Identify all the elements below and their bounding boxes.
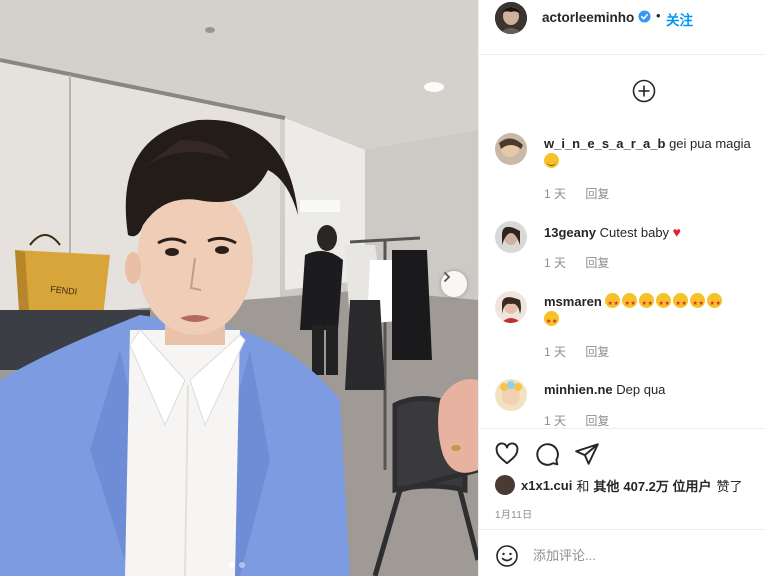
comment-text: msmaren xyxy=(544,293,754,331)
carousel-dot-active xyxy=(229,562,235,568)
verified-badge-icon xyxy=(638,10,651,23)
likes-count[interactable]: 407.2万 位用户 xyxy=(623,476,711,495)
photo-scene: FENDI xyxy=(0,0,478,576)
liker-avatar[interactable] xyxy=(495,475,515,495)
comment-text: 13geany Cutest baby ♥ xyxy=(544,223,754,242)
commenter-avatar[interactable] xyxy=(495,133,527,165)
post-details-panel: actorleeminho • 关注 w_i_n_e_s_a_r_a_b gei… xyxy=(478,0,766,576)
comment-username[interactable]: w_i_n_e_s_a_r_a_b xyxy=(544,136,665,151)
commenter-avatar[interactable] xyxy=(495,221,527,253)
comment-meta: 1 天 回复 xyxy=(544,254,625,271)
reply-button[interactable]: 回复 xyxy=(585,414,609,427)
likes-suffix: 赞了 xyxy=(716,478,743,494)
comment-body: Dep qua xyxy=(616,382,666,397)
others-link[interactable]: 其他 xyxy=(593,476,619,495)
reply-button[interactable]: 回复 xyxy=(585,345,609,359)
comment-age: 1 天 xyxy=(544,345,567,359)
comment-age: 1 天 xyxy=(544,256,567,270)
comment-age: 1 天 xyxy=(544,187,567,201)
add-comment-input[interactable] xyxy=(533,544,733,566)
comment-username[interactable]: msmaren xyxy=(544,294,602,309)
comment-icon[interactable] xyxy=(534,441,560,467)
star-struck-emoji-icon xyxy=(707,293,723,313)
commenter-avatar[interactable] xyxy=(495,379,527,411)
likes-and-text: 和 xyxy=(576,478,590,494)
reply-button[interactable]: 回复 xyxy=(585,256,609,270)
comment-age: 1 天 xyxy=(544,414,567,427)
carousel-dot xyxy=(239,562,245,568)
author-avatar[interactable] xyxy=(495,2,527,34)
follow-button[interactable]: 关注 xyxy=(666,9,693,29)
first-liker-username[interactable]: x1x1.cui xyxy=(521,478,572,493)
ceiling-light xyxy=(424,82,444,92)
comment-item: msmaren 1 天 回复 xyxy=(479,291,766,361)
comment-body: gei pua magia xyxy=(669,136,751,151)
post-actions: x1x1.cui 和 其他 407.2万 位用户 赞了 1月11日 xyxy=(479,428,766,576)
comment-body: Cutest baby xyxy=(599,225,670,240)
comment-meta: 1 天 回复 xyxy=(544,412,625,427)
comment-meta: 1 天 回复 xyxy=(544,185,625,202)
reply-button[interactable]: 回复 xyxy=(585,187,609,201)
separator-dot: • xyxy=(656,8,661,23)
comment-meta: 1 天 回复 xyxy=(544,343,625,360)
post-header: actorleeminho • 关注 xyxy=(479,0,766,55)
commenter-avatar[interactable] xyxy=(495,291,527,323)
smile-icon[interactable] xyxy=(495,544,519,568)
comment-username[interactable]: minhien.ne xyxy=(544,382,613,397)
ceiling-sensor xyxy=(205,27,215,33)
heart-icon[interactable] xyxy=(494,441,520,467)
comment-item: w_i_n_e_s_a_r_a_b gei pua magia 1 天 回复 xyxy=(479,133,766,203)
plus-circle-icon[interactable] xyxy=(632,79,656,103)
likes-summary: x1x1.cui 和 其他 407.2万 位用户 赞了 xyxy=(495,475,743,495)
star-struck-emoji-icon xyxy=(544,311,559,331)
post-photo[interactable]: FENDI xyxy=(0,0,478,576)
next-photo-button[interactable] xyxy=(441,271,467,297)
carousel-indicator xyxy=(229,562,245,568)
star-struck-emoji-icon xyxy=(605,293,621,313)
grinning-emoji-icon xyxy=(544,153,559,168)
chevron-right-icon xyxy=(444,272,451,282)
comment-item: minhien.ne Dep qua 1 天 回复 xyxy=(479,379,766,427)
star-struck-emoji-icon xyxy=(656,293,672,313)
comment-username[interactable]: 13geany xyxy=(544,225,596,240)
comment-text: w_i_n_e_s_a_r_a_b gei pua magia xyxy=(544,135,754,171)
star-struck-emoji-icon xyxy=(639,293,655,313)
add-comment-bar xyxy=(479,529,766,576)
star-struck-emoji-icon xyxy=(690,293,706,313)
star-struck-emoji-icon xyxy=(622,293,638,313)
star-struck-emoji-icon xyxy=(673,293,689,313)
comment-text: minhien.ne Dep qua xyxy=(544,381,754,399)
post-date[interactable]: 1月11日 xyxy=(495,506,532,521)
comment-item: 13geany Cutest baby ♥ 1 天 回复 xyxy=(479,221,766,271)
paper-plane-icon[interactable] xyxy=(574,441,600,467)
red-heart-emoji-icon: ♥ xyxy=(672,224,681,240)
author-username[interactable]: actorleeminho xyxy=(542,10,634,25)
